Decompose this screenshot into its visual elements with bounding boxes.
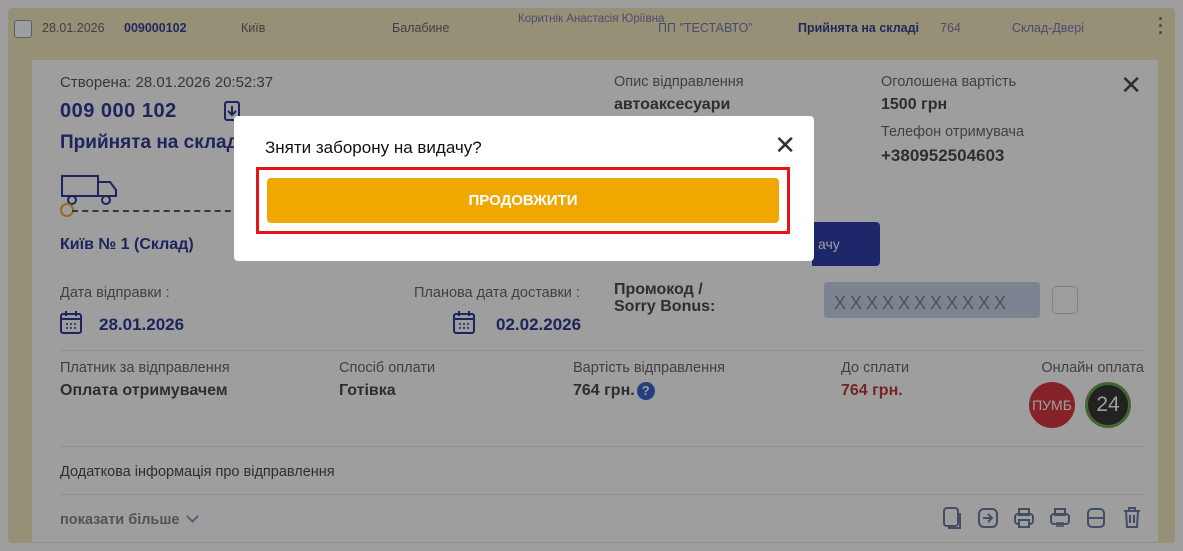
dialog-title: Зняти заборону на видачу? <box>265 138 482 157</box>
close-dialog-icon[interactable]: ✕ <box>774 132 796 158</box>
continue-button[interactable]: ПРОДОВЖИТИ <box>267 178 779 223</box>
confirm-dialog: Зняти заборону на видачу? ✕ ПРОДОВЖИТИ <box>234 116 814 261</box>
highlight-frame: ПРОДОВЖИТИ <box>256 167 790 234</box>
modal-overlay[interactable] <box>0 0 1183 551</box>
